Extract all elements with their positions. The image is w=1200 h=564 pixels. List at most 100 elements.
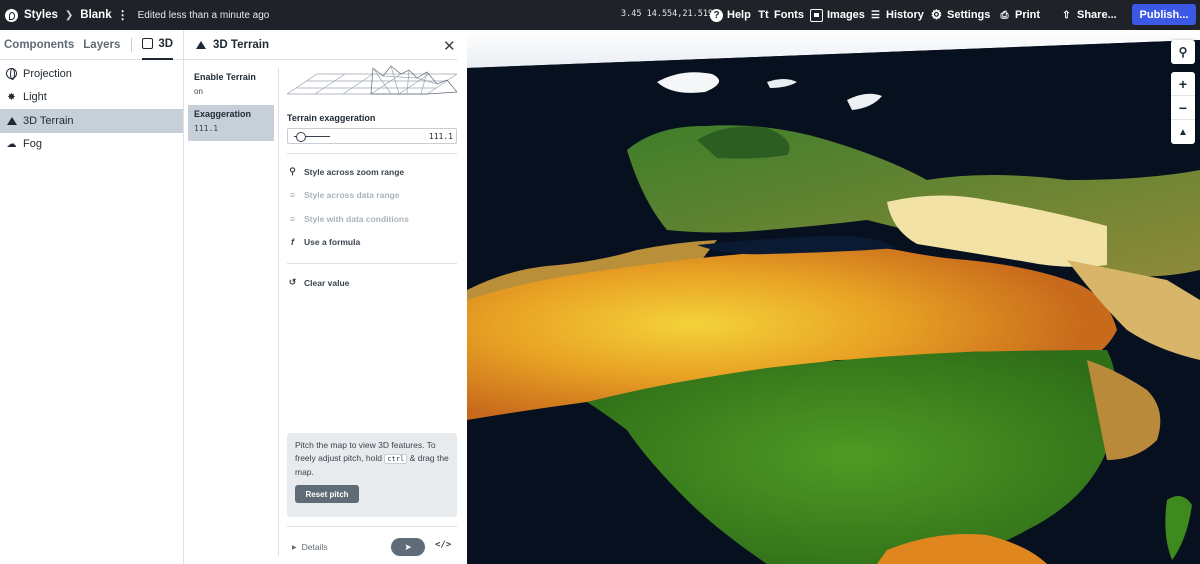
search-icon[interactable]: ⚲: [1171, 40, 1195, 64]
zoom-in-icon[interactable]: +: [1171, 72, 1195, 96]
property-editor: Terrain exaggeration 111.1 ⚲ Style acros…: [287, 64, 457, 295]
images-button[interactable]: Images: [810, 0, 865, 30]
fonts-button[interactable]: Tt Fonts: [757, 0, 804, 30]
clear-value-label: Clear value: [304, 277, 350, 288]
property-exaggeration[interactable]: Exaggeration 111.1: [188, 105, 274, 141]
map-navigation-control: + − ▲: [1171, 72, 1195, 144]
formula-icon: f: [291, 237, 294, 248]
images-label: Images: [827, 9, 865, 21]
edited-status: Edited less than a minute ago: [137, 9, 270, 21]
panel-title: 3D Terrain: [213, 38, 270, 51]
slider-handle[interactable]: [296, 131, 306, 142]
use-formula-button[interactable]: f Use a formula: [287, 231, 457, 255]
light-icon: ✸: [7, 91, 16, 103]
top-bar: Styles ❯ Blank ⋮ Edited less than a minu…: [0, 0, 1200, 30]
sidebar-item-light[interactable]: ✸ Light: [0, 86, 183, 110]
chevron-right-icon: ❯: [64, 9, 74, 21]
tab-layers[interactable]: Layers: [83, 30, 120, 60]
cursor-icon: ➤: [404, 541, 412, 552]
style-name[interactable]: Blank: [80, 9, 111, 21]
map-render: [467, 30, 1200, 564]
sidebar-item-label: Fog: [23, 138, 42, 151]
pitch-info-text: Pitch the map to view 3D features. To fr…: [295, 439, 449, 479]
sidebar-item-fog[interactable]: ☁ Fog: [0, 133, 183, 157]
divider: [287, 526, 457, 527]
gear-icon: ⚙: [930, 7, 943, 22]
option-label: Style across data range: [304, 190, 400, 201]
style-data-conditions-button: ≡ Style with data conditions: [287, 207, 457, 231]
data-range-icon: ≡: [289, 190, 296, 201]
pick-feature-button[interactable]: ➤: [391, 538, 425, 556]
app-name-link[interactable]: Styles: [24, 9, 58, 21]
map-coordinates: 3.45 14.554,21.519: [621, 9, 714, 19]
map-search-control: ⚲: [1171, 40, 1195, 64]
share-label: Share...: [1077, 9, 1117, 21]
logo-icon: [5, 8, 18, 22]
fog-icon: ☁: [6, 138, 17, 150]
sidebar-item-label: Light: [23, 91, 47, 104]
panel-divider: [278, 68, 279, 556]
cube-icon: [142, 38, 154, 49]
sidebar: Components Layers 3D Projection ✸ Light …: [0, 30, 184, 564]
property-name: Enable Terrain: [194, 72, 256, 82]
tab-3d-label: 3D: [158, 37, 174, 50]
option-label: Use a formula: [304, 237, 361, 248]
code-view-button[interactable]: </>: [435, 540, 451, 550]
help-button[interactable]: ? Help: [710, 0, 751, 30]
help-icon: ?: [710, 8, 723, 22]
details-toggle[interactable]: ▶ Details: [292, 542, 328, 552]
compass-icon[interactable]: ▲: [1171, 120, 1195, 144]
exaggeration-slider[interactable]: 111.1: [287, 128, 457, 144]
sidebar-item-3d-terrain[interactable]: 3D Terrain: [0, 109, 183, 133]
pitch-info-box: Pitch the map to view 3D features. To fr…: [287, 433, 457, 517]
more-options-icon[interactable]: ⋮: [117, 8, 129, 22]
property-value: on: [194, 87, 203, 96]
help-label: Help: [727, 9, 751, 21]
property-value: 111.1: [194, 124, 219, 133]
undo-icon: ↺: [288, 277, 297, 288]
zoom-range-icon: ⚲: [289, 166, 296, 177]
zoom-out-icon[interactable]: −: [1171, 96, 1195, 120]
sidebar-item-label: Projection: [23, 67, 72, 80]
option-label: Style across zoom range: [304, 166, 405, 177]
fonts-label: Fonts: [774, 9, 804, 21]
printer-icon: ⎙: [1000, 9, 1009, 21]
brand: Styles ❯ Blank ⋮ Edited less than a minu…: [0, 0, 269, 30]
property-name: Exaggeration: [194, 109, 252, 119]
tab-components[interactable]: Components: [4, 30, 74, 60]
reset-pitch-button[interactable]: Reset pitch: [295, 485, 359, 503]
caret-right-icon: ▶: [292, 544, 297, 551]
sidebar-item-projection[interactable]: Projection: [0, 62, 183, 86]
property-enable-terrain[interactable]: Enable Terrain on: [188, 68, 274, 104]
map-canvas[interactable]: ⚲ + − ▲: [467, 30, 1200, 564]
panel-header: 3D Terrain: [184, 30, 457, 60]
history-button[interactable]: ☰ History: [869, 0, 924, 30]
style-across-zoom-button[interactable]: ⚲ Style across zoom range: [287, 160, 457, 184]
settings-button[interactable]: ⚙ Settings: [930, 0, 991, 30]
print-button[interactable]: ⎙ Print: [998, 0, 1041, 30]
publish-button[interactable]: Publish...: [1132, 4, 1196, 25]
image-icon: [810, 8, 823, 22]
share-icon: ⇧: [1062, 9, 1071, 21]
share-button[interactable]: ⇧ Share...: [1060, 0, 1117, 30]
clear-value-button[interactable]: ↺ Clear value: [287, 271, 457, 295]
style-across-data-button: ≡ Style across data range: [287, 184, 457, 208]
ctrl-key: ctrl: [384, 454, 408, 464]
slider-value: 111.1: [428, 132, 453, 141]
tab-3d[interactable]: 3D: [142, 30, 174, 60]
conditions-icon: ≡: [289, 213, 296, 224]
tab-divider: [131, 37, 133, 52]
close-icon[interactable]: ✕: [443, 37, 456, 55]
property-list: Enable Terrain on Exaggeration 111.1: [188, 68, 274, 142]
sidebar-item-label: 3D Terrain: [23, 114, 74, 127]
editor-label: Terrain exaggeration: [287, 113, 376, 123]
details-label: Details: [301, 542, 328, 552]
print-label: Print: [1015, 9, 1041, 21]
terrain-illustration: [287, 65, 457, 95]
terrain-panel: 3D Terrain ✕ Enable Terrain on Exaggerat…: [184, 30, 467, 564]
history-icon: ☰: [871, 9, 880, 21]
settings-label: Settings: [947, 9, 991, 21]
terrain-icon: [6, 115, 17, 126]
history-label: History: [886, 9, 924, 21]
globe-icon: [6, 68, 17, 81]
